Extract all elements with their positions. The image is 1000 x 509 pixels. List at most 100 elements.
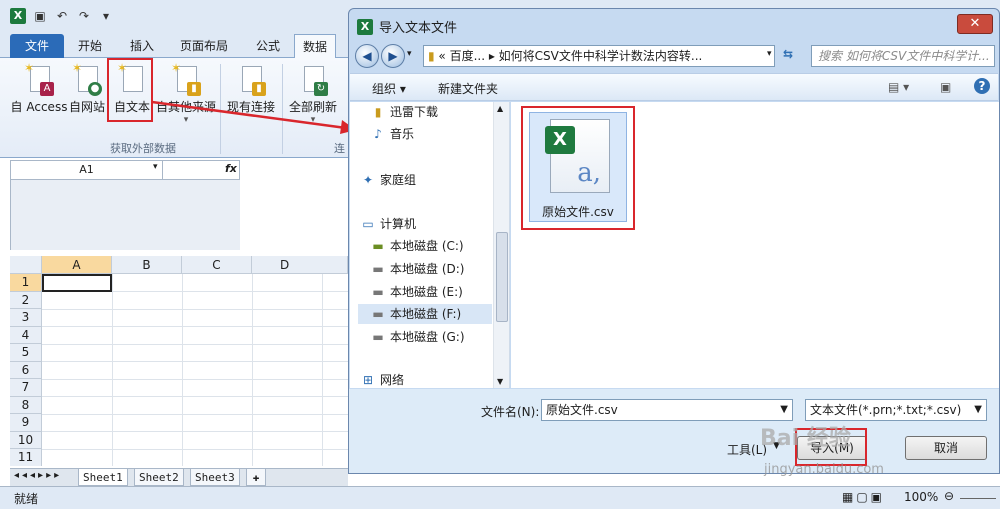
chevron-down-icon[interactable]: ▼ [974, 400, 982, 420]
status-text: 就绪 [14, 492, 39, 506]
chevron-down-icon[interactable]: ▼ [780, 400, 788, 420]
dialog-title: X 导入文本文件 [357, 17, 457, 36]
group-label-get-external-data: 获取外部数据 [110, 142, 176, 155]
row-header[interactable]: 3 [10, 309, 42, 327]
view-options-icon[interactable]: ▤ ▾ [888, 80, 909, 94]
row-header[interactable]: 10 [10, 431, 42, 449]
sheet-tab[interactable]: Sheet2 [134, 469, 184, 486]
nav-scrollbar[interactable]: ▲ ▼ [493, 102, 509, 388]
grid-line [42, 413, 348, 415]
nav-item-drive-g[interactable]: ▬ 本地磁盘 (G:) [370, 327, 512, 347]
row-header[interactable]: 9 [10, 414, 42, 432]
nav-item-label: 本地磁盘 (C:) [390, 239, 464, 253]
from-web-button[interactable]: ✶ ● 自网站 [64, 62, 110, 115]
nav-item-music[interactable]: ♪ 音乐 [370, 124, 512, 144]
close-button[interactable]: ✕ [957, 14, 993, 34]
navigation-pane: ▮ 迅雷下载 ♪ 音乐 ✦ 家庭组 ▭ 计算机 ▬ 本地磁盘 (C:) ▬ 本地磁盘 (D:… [350, 102, 510, 388]
grid-line [112, 274, 113, 466]
tab-formulas[interactable]: 公式 [248, 34, 288, 58]
highlight-from-text [107, 58, 153, 122]
filename-input[interactable]: 原始文件.csv ▼ [541, 399, 793, 421]
scroll-thumb[interactable] [496, 232, 508, 322]
forward-icon[interactable]: ▶ [381, 44, 405, 68]
address-dropdown-icon[interactable]: ▾ [767, 49, 772, 59]
highlight-file [521, 106, 635, 230]
address-bar[interactable]: ▮ « 百度... ▸ 如何将CSV文件中科学计数法内容转... [423, 45, 775, 67]
nav-item-drive-e[interactable]: ▬ 本地磁盘 (E:) [370, 282, 512, 302]
view-buttons-icon[interactable]: ▦▢▣ [842, 490, 885, 504]
row-header[interactable]: 6 [10, 361, 42, 379]
import-text-dialog: X 导入文本文件 ✕ ◀ ▶ ▾ ▮ « 百度... ▸ 如何将CSV文件中科学… [348, 8, 1000, 474]
row-header[interactable]: 2 [10, 291, 42, 309]
grid-line [42, 431, 348, 432]
sheet-tab[interactable]: Sheet3 [190, 469, 240, 486]
watermark-brand: Bai 经验 [760, 426, 851, 451]
active-cell[interactable] [42, 274, 112, 292]
refresh-icon[interactable]: ⇆ [783, 47, 793, 61]
tab-home[interactable]: 开始 [70, 34, 110, 58]
nav-item-xunlei[interactable]: ▮ 迅雷下载 [370, 102, 512, 122]
column-header[interactable]: A [42, 256, 112, 274]
tab-file[interactable]: 文件 [10, 34, 64, 58]
from-access-label: 自 Access [10, 100, 68, 114]
history-dropdown-icon[interactable]: ▾ [407, 49, 412, 59]
column-header[interactable]: B [112, 256, 182, 274]
quick-access-toolbar: X ▣ ↶ ↷ ▾ [10, 8, 114, 24]
column-header[interactable]: C [182, 256, 252, 274]
search-input[interactable]: 搜索 如何将CSV文件中科学计... [811, 45, 995, 67]
save-icon[interactable]: ▣ [32, 8, 48, 24]
scroll-down-icon[interactable]: ▼ [497, 377, 503, 386]
insert-sheet-icon[interactable]: ✚ [246, 469, 266, 486]
from-access-button[interactable]: ✶ A 自 Access [10, 62, 68, 115]
grid-line [42, 308, 348, 310]
grid-line [42, 396, 348, 397]
cancel-button[interactable]: 取消 [905, 436, 987, 460]
customize-qat-icon[interactable]: ▾ [98, 8, 114, 24]
row-header[interactable]: 8 [10, 396, 42, 414]
nav-item-drive-c[interactable]: ▬ 本地磁盘 (C:) [370, 236, 512, 256]
scroll-up-icon[interactable]: ▲ [497, 104, 503, 113]
zoom-out-icon[interactable]: ⊖ [944, 489, 954, 503]
nav-item-network[interactable]: ⊞ 网络 [360, 370, 502, 390]
grid-line [42, 343, 348, 345]
row-header[interactable]: 7 [10, 379, 42, 397]
homegroup-icon: ✦ [362, 173, 374, 187]
organize-button[interactable]: 组织 ▾ [372, 80, 406, 97]
name-box[interactable]: A1 [11, 161, 163, 179]
zoom-level: 100% [904, 490, 939, 504]
file-type-select[interactable]: 文本文件(*.prn;*.txt;*.csv) ▼ [805, 399, 987, 421]
grid-line [42, 378, 348, 380]
row-header[interactable]: 1 [10, 274, 42, 292]
nav-item-drive-f[interactable]: ▬ 本地磁盘 (F:) [358, 304, 492, 324]
nav-item-drive-d[interactable]: ▬ 本地磁盘 (D:) [370, 259, 512, 279]
tab-page-layout[interactable]: 页面布局 [172, 34, 236, 58]
new-folder-button[interactable]: 新建文件夹 [438, 80, 498, 97]
undo-icon[interactable]: ↶ [54, 8, 70, 24]
zoom-slider[interactable] [960, 498, 996, 499]
sheet-tab[interactable]: Sheet1 [78, 469, 128, 486]
row-header[interactable]: 5 [10, 344, 42, 362]
sheet-nav-arrows-icon[interactable]: ◂◂◂▸▸▸ [14, 470, 62, 481]
filename-label: 文件名(N): [481, 405, 540, 419]
group-label-connections: 连 [334, 142, 345, 155]
formula-bar: A1 ▾ fx [10, 160, 240, 180]
drive-icon: ▬ [372, 239, 384, 253]
tab-insert[interactable]: 插入 [122, 34, 162, 58]
help-icon[interactable]: ? [974, 78, 990, 94]
tab-data[interactable]: 数据 [294, 34, 337, 59]
filename-area: 文件名(N): 原始文件.csv ▼ 文本文件(*.prn;*.txt;*.cs… [349, 389, 999, 473]
nav-item-label: 音乐 [390, 127, 415, 141]
select-all-corner[interactable] [10, 256, 42, 274]
column-header[interactable]: D [252, 256, 348, 274]
nav-item-homegroup[interactable]: ✦ 家庭组 [360, 170, 502, 190]
chevron-down-icon[interactable]: ▾ [153, 162, 158, 172]
redo-icon[interactable]: ↷ [76, 8, 92, 24]
nav-item-label: 本地磁盘 (F:) [390, 307, 462, 321]
row-header[interactable]: 11 [10, 449, 42, 466]
nav-item-computer[interactable]: ▭ 计算机 [360, 214, 502, 234]
back-icon[interactable]: ◀ [355, 44, 379, 68]
row-header[interactable]: 4 [10, 326, 42, 344]
fx-icon[interactable]: fx [225, 162, 237, 175]
spreadsheet-grid[interactable]: A B C D 1 2 3 4 5 6 7 8 9 10 11 [10, 256, 348, 466]
preview-pane-icon[interactable]: ▣ [940, 80, 951, 94]
